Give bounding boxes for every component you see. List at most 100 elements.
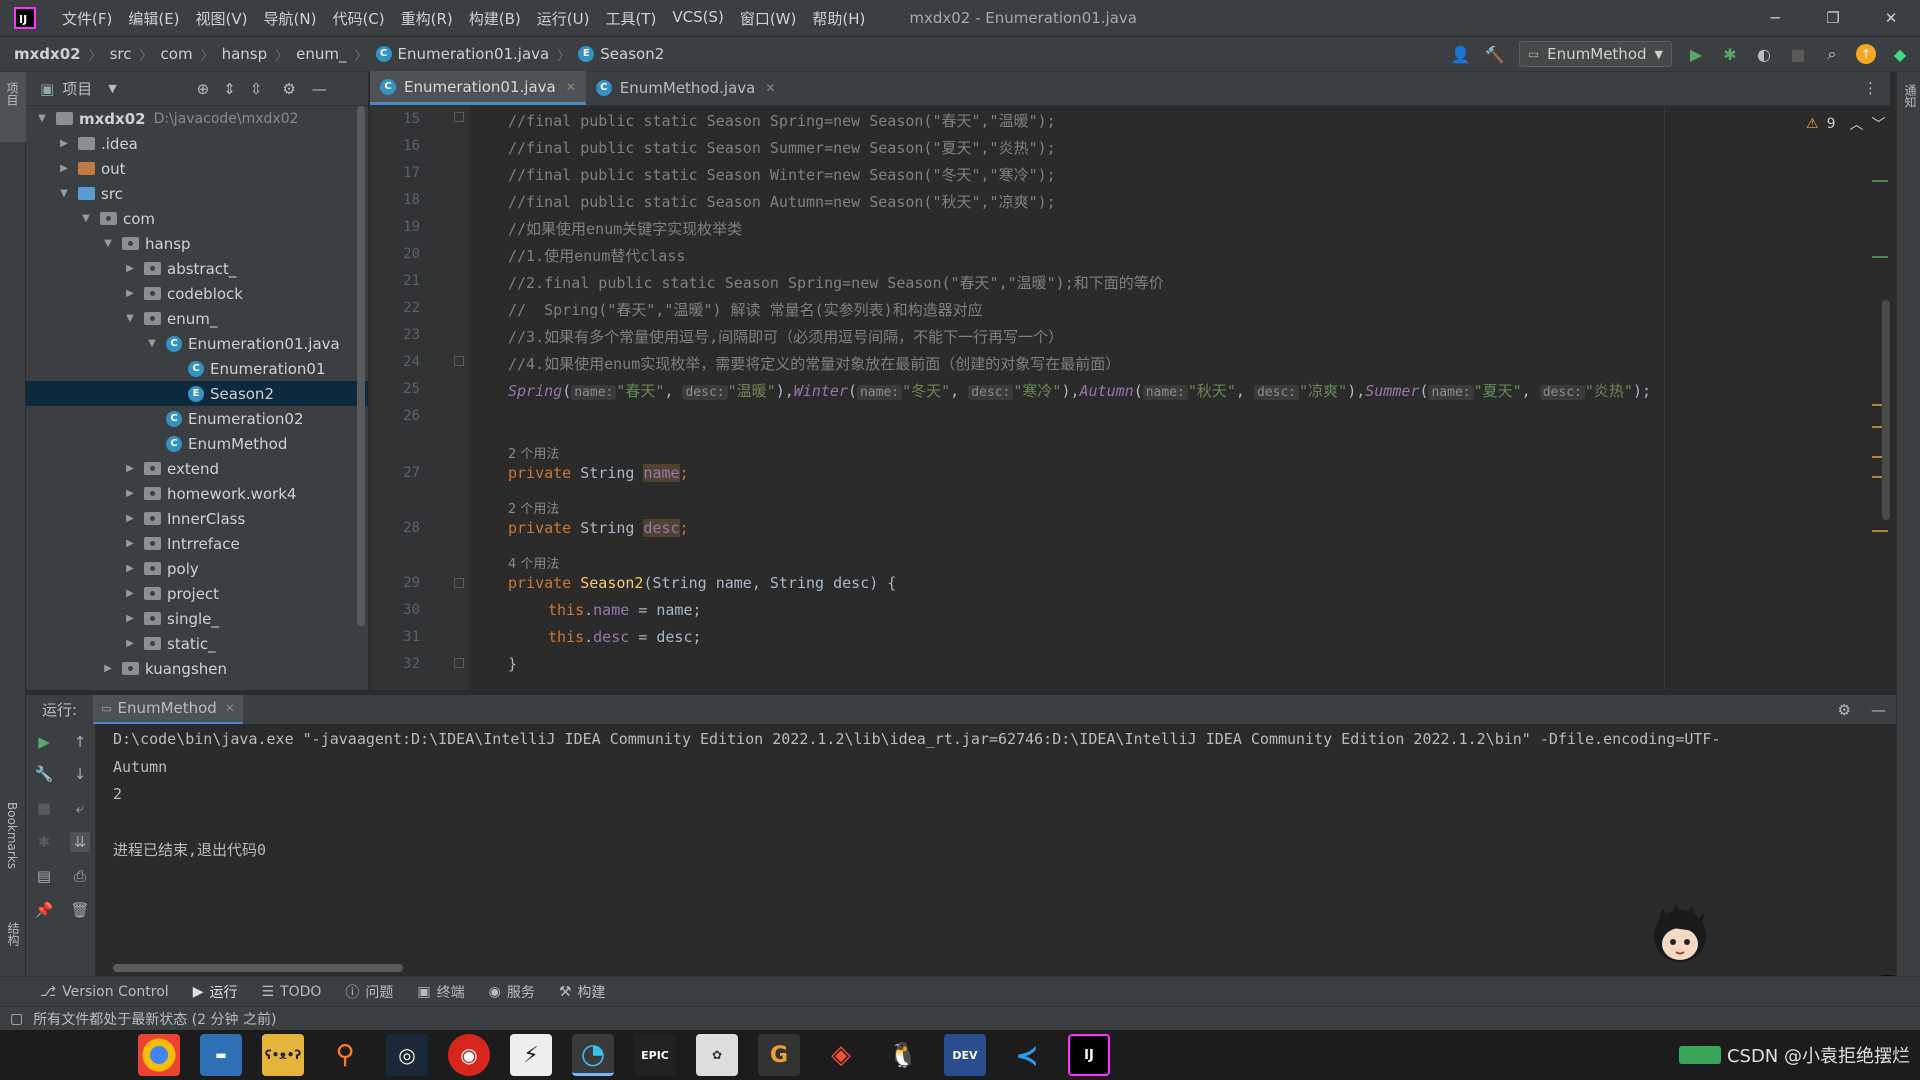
tool-problems[interactable]: ⓘ 问题 [345, 982, 393, 1002]
tree-item-idea[interactable]: ▶ .idea [26, 131, 368, 156]
tool-todo[interactable]: ☰ TODO [261, 984, 321, 1000]
tree-item-com[interactable]: ▼ com [26, 206, 368, 231]
pin-icon[interactable]: 📌 [34, 900, 54, 920]
tree-item-mxdx02[interactable]: ▼ mxdx02 D:\javacode\mxdx02 [26, 106, 368, 131]
locate-icon[interactable]: ⊕ [197, 80, 210, 98]
chevron-right-icon[interactable]: ▶ [122, 638, 138, 649]
run-tab-enummethod[interactable]: ▭ EnumMethod ✕ [93, 694, 243, 725]
menu-window[interactable]: 窗口(W) [732, 8, 805, 29]
hide-icon[interactable]: — [312, 80, 327, 98]
scroll-to-end-icon[interactable]: ⇊ [70, 832, 90, 852]
tree-item-enummethod[interactable]: C EnumMethod [26, 431, 368, 456]
breadcrumb-hansp[interactable]: hansp [222, 45, 268, 63]
menu-run[interactable]: 运行(U) [529, 8, 598, 29]
breadcrumb-com[interactable]: com [161, 45, 193, 63]
chevron-right-icon[interactable]: ▶ [122, 538, 138, 549]
usage-hint[interactable]: 4 个用法 [508, 553, 559, 572]
menu-file[interactable]: 文件(F) [54, 8, 120, 29]
menu-code[interactable]: 代码(C) [324, 8, 392, 29]
code-editor[interactable]: 15 16 17 18 19 20 21 22 23 24 25 26 27 28 29 30 31 32 //f… [370, 106, 1890, 690]
tree-item-innerclass[interactable]: ▶ InnerClass [26, 506, 368, 531]
chevron-down-icon[interactable]: ▼ [122, 313, 138, 324]
steam-icon[interactable]: ◎ [386, 1034, 428, 1076]
tree-item-enum[interactable]: ▼ enum_ [26, 306, 368, 331]
breadcrumb-project[interactable]: mxdx02 [14, 45, 81, 63]
status-text[interactable]: 所有文件都处于最新状态 (2 分钟 之前) [33, 1009, 276, 1029]
tree-item-enumeration02[interactable]: C Enumeration02 [26, 406, 368, 431]
tree-item-homework-work4[interactable]: ▶ homework.work4 [26, 481, 368, 506]
tool-run[interactable]: ▶ 运行 [193, 982, 238, 1002]
close-icon[interactable]: ✕ [765, 81, 775, 95]
menu-vcs[interactable]: VCS(S) [664, 8, 731, 29]
vscode-icon[interactable]: ≺ [1006, 1034, 1048, 1076]
tree-item-poly[interactable]: ▶ poly [26, 556, 368, 581]
netease-music-icon[interactable]: ◉ [448, 1034, 490, 1076]
update-icon[interactable]: ↑ [1856, 44, 1876, 64]
notifications-tool-label[interactable]: 通知 [1902, 84, 1919, 108]
close-icon[interactable]: ✕ [566, 80, 576, 94]
gear-icon[interactable]: ⚙ [1838, 701, 1851, 719]
chevron-right-icon[interactable]: ▶ [122, 263, 138, 274]
status-icon[interactable]: ▢ [10, 1011, 23, 1027]
run-console[interactable] [26, 724, 1896, 976]
expand-all-icon[interactable]: ⇕ [223, 80, 236, 98]
chevron-down-icon[interactable]: ▼ [34, 113, 50, 124]
menu-build[interactable]: 构建(B) [461, 8, 529, 29]
tool-terminal[interactable]: ▣ 终端 [417, 982, 464, 1002]
menu-help[interactable]: 帮助(H) [804, 8, 873, 29]
search-app-icon[interactable]: ⚲ [324, 1034, 366, 1076]
search-icon[interactable]: ⌕ [1822, 44, 1842, 64]
minimize-button[interactable]: ─ [1746, 0, 1804, 36]
print-icon[interactable]: ⎙ [70, 866, 90, 886]
menu-refactor[interactable]: 重构(R) [393, 8, 461, 29]
soft-wrap-icon[interactable]: ⤶ [70, 798, 90, 818]
gear-icon[interactable]: ⚙ [282, 80, 295, 98]
inspection-widget[interactable]: ⚠ 9 ︿ ﹀ [1806, 114, 1885, 134]
tree-item-static[interactable]: ▶ static_ [26, 631, 368, 656]
wrench-icon[interactable]: 🔧 [34, 764, 54, 784]
battery-icon[interactable] [1678, 1046, 1721, 1064]
tree-item-out[interactable]: ▶ out [26, 156, 368, 181]
chevron-down-icon[interactable]: ▼ [78, 213, 94, 224]
chevron-down-icon[interactable]: ▼ [100, 238, 116, 249]
devc-icon[interactable]: DEV [944, 1034, 986, 1076]
tree-item-abstract[interactable]: ▶ abstract_ [26, 256, 368, 281]
tree-item-enumeration01-java[interactable]: ▼ C Enumeration01.java [26, 331, 368, 356]
git-icon[interactable]: ◈ [820, 1034, 862, 1076]
hammer-build-icon[interactable]: 🔨 [1485, 44, 1505, 64]
tool-services[interactable]: ◉ 服务 [489, 982, 535, 1002]
stop-icon[interactable]: ■ [34, 798, 54, 818]
run-configuration-select[interactable]: ▭ EnumMethod ▼ [1518, 41, 1672, 67]
tab-enumeration01[interactable]: C Enumeration01.java ✕ [370, 71, 586, 105]
grammarly-icon[interactable]: G [758, 1034, 800, 1076]
layout-icon[interactable]: ▤ [34, 866, 54, 886]
file-explorer-icon[interactable]: ▬ [200, 1034, 242, 1076]
bookmarks-tool-label[interactable]: Bookmarks [5, 802, 19, 869]
hide-icon[interactable]: — [1871, 701, 1886, 719]
menu-edit[interactable]: 编辑(E) [120, 8, 187, 29]
lightning-app-icon[interactable]: ⚡ [510, 1034, 552, 1076]
change-mark[interactable] [1872, 180, 1888, 182]
project-panel-title[interactable]: 项目 [62, 78, 92, 99]
tool-build[interactable]: ⚒ 构建 [559, 982, 606, 1002]
change-mark[interactable] [1872, 256, 1888, 258]
breadcrumb-src[interactable]: src [110, 45, 132, 63]
chevron-right-icon[interactable]: ▶ [122, 463, 138, 474]
chevron-right-icon[interactable]: ▶ [122, 563, 138, 574]
more-options-icon[interactable]: ⋮ [1863, 79, 1878, 97]
chevron-right-icon[interactable]: ▶ [122, 488, 138, 499]
chrome-icon[interactable] [138, 1034, 180, 1076]
debug-icon[interactable]: ✱ [1720, 44, 1740, 64]
intellij-logo-icon[interactable]: IJ [14, 7, 36, 29]
arrow-up-icon[interactable]: ↑ [70, 732, 90, 752]
debug-icon[interactable]: ✱ [34, 832, 54, 852]
tree-item-codeblock[interactable]: ▶ codeblock [26, 281, 368, 306]
fold-icon[interactable] [454, 356, 464, 366]
fold-icon[interactable] [454, 112, 464, 122]
menu-navigate[interactable]: 导航(N) [256, 8, 325, 29]
intellij-taskbar-icon[interactable]: IJ [1068, 1034, 1110, 1076]
trash-icon[interactable]: 🗑 [70, 900, 90, 920]
project-tool-tab[interactable]: 项目 [0, 72, 26, 142]
coverage-icon[interactable]: ◐ [1754, 44, 1774, 64]
user-icon[interactable]: 👤 [1451, 44, 1471, 64]
